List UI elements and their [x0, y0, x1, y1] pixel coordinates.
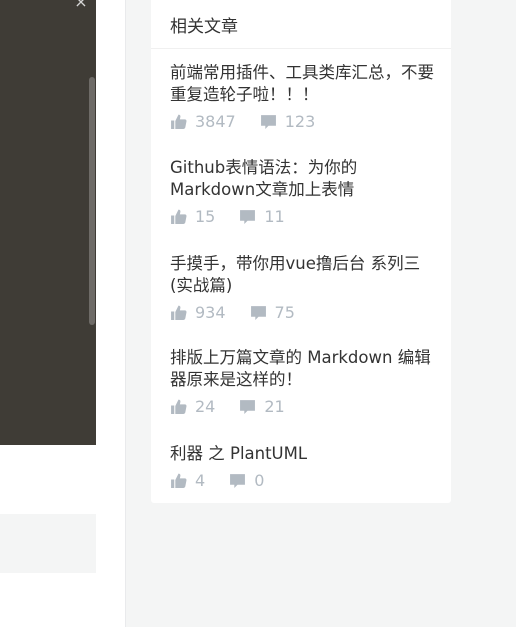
thumb-up-icon — [171, 114, 187, 129]
article-title-link[interactable]: 前端常用插件、工具类库汇总，不要重复造轮子啦！！！ — [170, 62, 438, 106]
related-article-item[interactable]: 前端常用插件、工具类库汇总，不要重复造轮子啦！！！ 3847 123 — [170, 62, 438, 131]
like-count: 4 — [170, 471, 205, 490]
like-number: 3847 — [195, 111, 236, 131]
comment-count: 75 — [250, 303, 295, 322]
like-count: 3847 — [170, 112, 236, 131]
article-title-link[interactable]: Github表情语法：为你的Markdown文章加上表情 — [170, 157, 438, 201]
thumb-up-icon — [171, 399, 187, 414]
close-icon[interactable]: × — [74, 0, 88, 10]
like-number: 4 — [195, 470, 206, 490]
comment-number: 11 — [264, 206, 285, 226]
image-viewer-overlay — [0, 0, 96, 445]
comment-number: 21 — [264, 396, 285, 416]
main-content-area: × — [0, 0, 126, 627]
article-title-link[interactable]: 利器 之 PlantUML — [170, 443, 438, 465]
card-header: 相关文章 — [151, 0, 451, 49]
comment-icon — [250, 305, 266, 320]
comment-icon — [260, 114, 276, 129]
comment-icon — [240, 399, 256, 414]
article-meta: 4 0 — [170, 470, 438, 490]
article-title-link[interactable]: 手摸手，带你用vue撸后台 系列三(实战篇) — [170, 253, 438, 297]
related-article-item[interactable]: 手摸手，带你用vue撸后台 系列三(实战篇) 934 75 — [170, 253, 438, 322]
like-count: 24 — [170, 397, 215, 416]
related-article-item[interactable]: 利器 之 PlantUML 4 0 — [170, 443, 438, 490]
comment-count: 0 — [229, 471, 264, 490]
content-block — [0, 514, 96, 573]
article-meta: 15 11 — [170, 206, 438, 226]
related-article-item[interactable]: 排版上万篇文章的 Markdown 编辑器原来是这样的！ 24 21 — [170, 347, 438, 416]
page: × 相关文章 前端常用插件、工具类库汇总，不要重复造轮子啦！！！ 3847 12… — [0, 0, 516, 627]
comment-count: 123 — [260, 111, 316, 131]
thumb-up-icon — [171, 209, 187, 224]
like-count: 934 — [170, 303, 226, 322]
card-title: 相关文章 — [170, 17, 238, 37]
comment-number: 75 — [274, 302, 295, 322]
comment-icon — [240, 209, 256, 224]
like-number: 24 — [195, 396, 216, 416]
thumb-up-icon — [171, 305, 187, 320]
comment-icon — [230, 473, 246, 488]
related-articles-card: 相关文章 前端常用插件、工具类库汇总，不要重复造轮子啦！！！ 3847 123 … — [151, 0, 451, 503]
like-number: 15 — [195, 206, 216, 226]
like-number: 934 — [195, 302, 226, 322]
article-meta: 3847 123 — [170, 111, 438, 131]
article-meta: 934 75 — [170, 302, 438, 322]
comment-number: 123 — [284, 111, 316, 131]
like-count: 15 — [170, 207, 215, 226]
thumb-up-icon — [171, 473, 187, 488]
comment-count: 11 — [239, 206, 285, 226]
comment-count: 21 — [239, 396, 285, 416]
scrollbar-thumb[interactable] — [89, 77, 95, 325]
related-article-item[interactable]: Github表情语法：为你的Markdown文章加上表情 15 11 — [170, 157, 438, 226]
article-title-link[interactable]: 排版上万篇文章的 Markdown 编辑器原来是这样的！ — [170, 347, 438, 391]
comment-number: 0 — [254, 470, 265, 490]
article-meta: 24 21 — [170, 396, 438, 416]
